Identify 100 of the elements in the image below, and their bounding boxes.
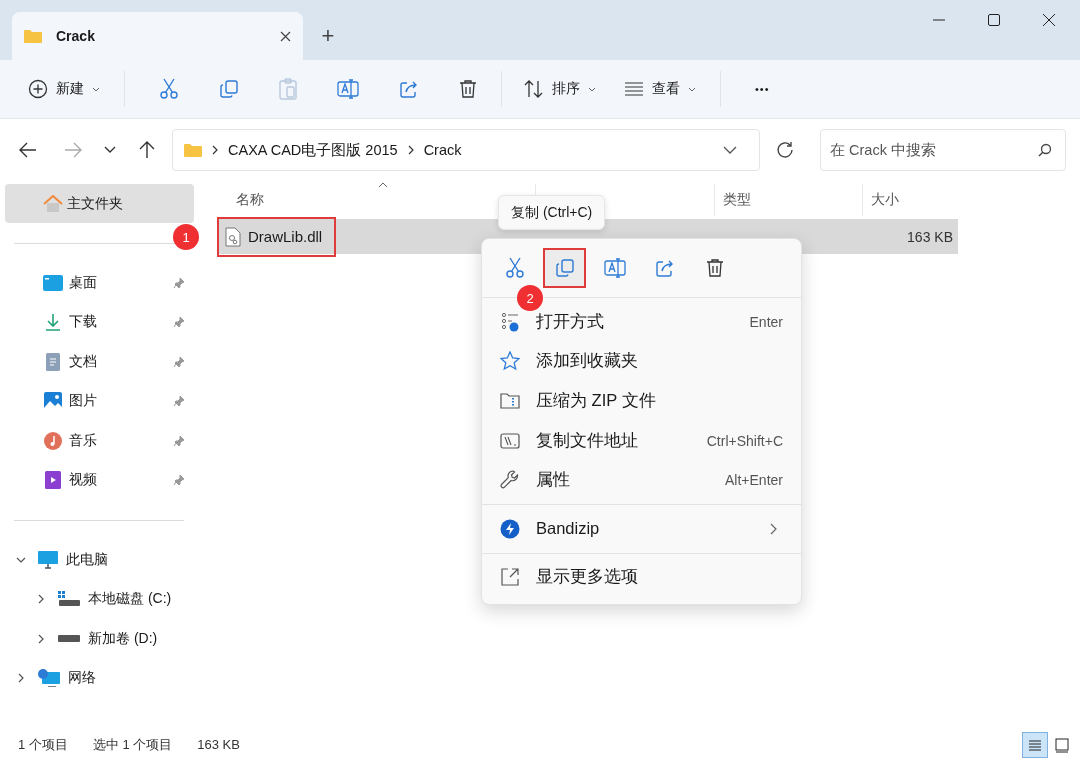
maximize-icon[interactable] [988, 14, 1000, 26]
column-header[interactable]: 大小 [863, 184, 958, 216]
search-icon[interactable] [1038, 143, 1052, 157]
item-count: 1 个项目 [18, 735, 68, 754]
menu-item[interactable]: 添加到收藏夹 [486, 341, 797, 382]
caret-icon [688, 86, 696, 92]
menu-item[interactable]: Bandizip [486, 508, 797, 549]
chevron-right-icon [407, 145, 414, 155]
zip-folder-icon [500, 392, 520, 410]
pin-icon[interactable] [173, 276, 185, 289]
folder-icon [184, 143, 202, 157]
rename-icon [603, 258, 626, 278]
rename-icon[interactable] [337, 79, 359, 99]
column-header[interactable]: 类型 [715, 184, 863, 216]
chevron-right-icon [212, 145, 218, 155]
sidebar-item[interactable]: 音乐 [0, 421, 195, 461]
sidebar-item[interactable]: 视频 [0, 460, 195, 500]
chevron-down-icon[interactable] [104, 146, 116, 154]
path-icon [500, 432, 520, 449]
close-icon[interactable] [1043, 14, 1055, 26]
monitor-icon [38, 550, 58, 569]
sidebar-item[interactable]: 主文件夹 [5, 184, 194, 223]
address-bar[interactable]: CAXA CAD电子图版 2015 Crack [172, 129, 760, 171]
lightning-icon [500, 518, 520, 539]
pin-icon[interactable] [173, 355, 185, 368]
step-badge: 1 [173, 224, 199, 250]
image-icon [44, 392, 62, 411]
chevron-right-icon[interactable] [36, 633, 46, 644]
tooltip: 复制 (Ctrl+C) [498, 195, 606, 230]
caret-icon [92, 86, 100, 92]
sort-button[interactable]: 排序 [516, 74, 604, 104]
wrench-icon [500, 470, 520, 491]
chevron-down-icon[interactable] [723, 146, 737, 154]
download-icon [45, 313, 61, 332]
sidebar-item[interactable]: 桌面 [0, 263, 195, 303]
sidebar-item[interactable]: 下载 [0, 302, 195, 342]
copy-button[interactable] [543, 248, 586, 288]
star-icon [500, 351, 520, 372]
shortcut-text: Alt+Enter [725, 472, 783, 489]
delete-icon [705, 258, 724, 278]
copy-icon[interactable] [219, 79, 239, 99]
tree-item[interactable]: 本地磁盘 (C:) [88, 590, 172, 609]
tree-item[interactable]: 此电脑 [66, 550, 108, 569]
share-icon [654, 258, 675, 278]
menu-item[interactable]: 属性 Alt+Enter [486, 460, 797, 500]
caret-icon [588, 86, 596, 92]
view-button[interactable]: 查看 [616, 74, 704, 104]
share-icon[interactable] [399, 79, 419, 99]
forward-icon[interactable] [64, 142, 82, 158]
file-name: DrawLib.dll [248, 228, 323, 245]
drive-icon [58, 634, 80, 643]
music-note-icon [44, 431, 62, 450]
tree-item[interactable]: 新加卷 (D:) [88, 629, 158, 648]
network-icon [38, 669, 60, 688]
sort-icon [524, 80, 544, 98]
pin-icon[interactable] [173, 395, 185, 408]
details-view-icon[interactable] [1023, 732, 1047, 757]
delete-icon[interactable] [459, 79, 477, 99]
pin-icon[interactable] [173, 434, 185, 447]
chevron-right-icon[interactable] [36, 594, 46, 605]
app-list-icon [501, 311, 519, 332]
selection-size: 163 KB [197, 737, 240, 752]
lines-icon [624, 82, 644, 96]
menu-item[interactable]: 压缩为 ZIP 文件 [486, 381, 797, 421]
plus-circle-icon [28, 79, 48, 99]
chevron-right-icon[interactable] [16, 673, 26, 684]
more-button[interactable]: ••• [747, 77, 778, 101]
up-icon[interactable] [139, 141, 155, 159]
pin-icon[interactable] [173, 474, 185, 487]
menu-item[interactable]: 显示更多选项 [486, 557, 797, 598]
refresh-icon[interactable] [776, 141, 794, 159]
new-button[interactable]: 新建 [20, 73, 108, 105]
new-tab-button[interactable]: + [303, 12, 353, 60]
back-icon[interactable] [19, 142, 37, 158]
shortcut-text: Ctrl+Shift+C [706, 432, 783, 449]
tab-title: Crack [56, 28, 96, 44]
shortcut-text: Enter [749, 313, 783, 330]
home-icon [43, 194, 63, 213]
search-field[interactable]: 在 Crack 中搜索 [820, 129, 1066, 171]
file-size: 163 KB [907, 228, 953, 245]
tree-item[interactable]: 网络 [68, 669, 96, 688]
folder-icon [24, 29, 42, 43]
cut-icon[interactable] [159, 78, 179, 100]
close-icon[interactable] [280, 30, 291, 42]
document-icon [46, 352, 60, 371]
cut-icon [504, 257, 525, 279]
drive-icon [58, 591, 80, 608]
copy-icon [554, 258, 575, 278]
external-link-icon [500, 567, 520, 588]
sidebar-item[interactable]: 图片 [0, 381, 195, 421]
breadcrumb[interactable]: CAXA CAD电子图版 2015 [228, 140, 398, 160]
video-icon [45, 471, 61, 490]
step-badge: 2 [517, 285, 543, 311]
file-gear-icon [225, 226, 241, 247]
pin-icon[interactable] [173, 316, 185, 329]
window-tab[interactable]: Crack [12, 12, 303, 60]
sidebar-item[interactable]: 文档 [0, 342, 195, 382]
desktop-icon [43, 274, 63, 291]
menu-item[interactable]: 复制文件地址 Ctrl+Shift+C [486, 420, 797, 461]
breadcrumb[interactable]: Crack [423, 142, 462, 158]
